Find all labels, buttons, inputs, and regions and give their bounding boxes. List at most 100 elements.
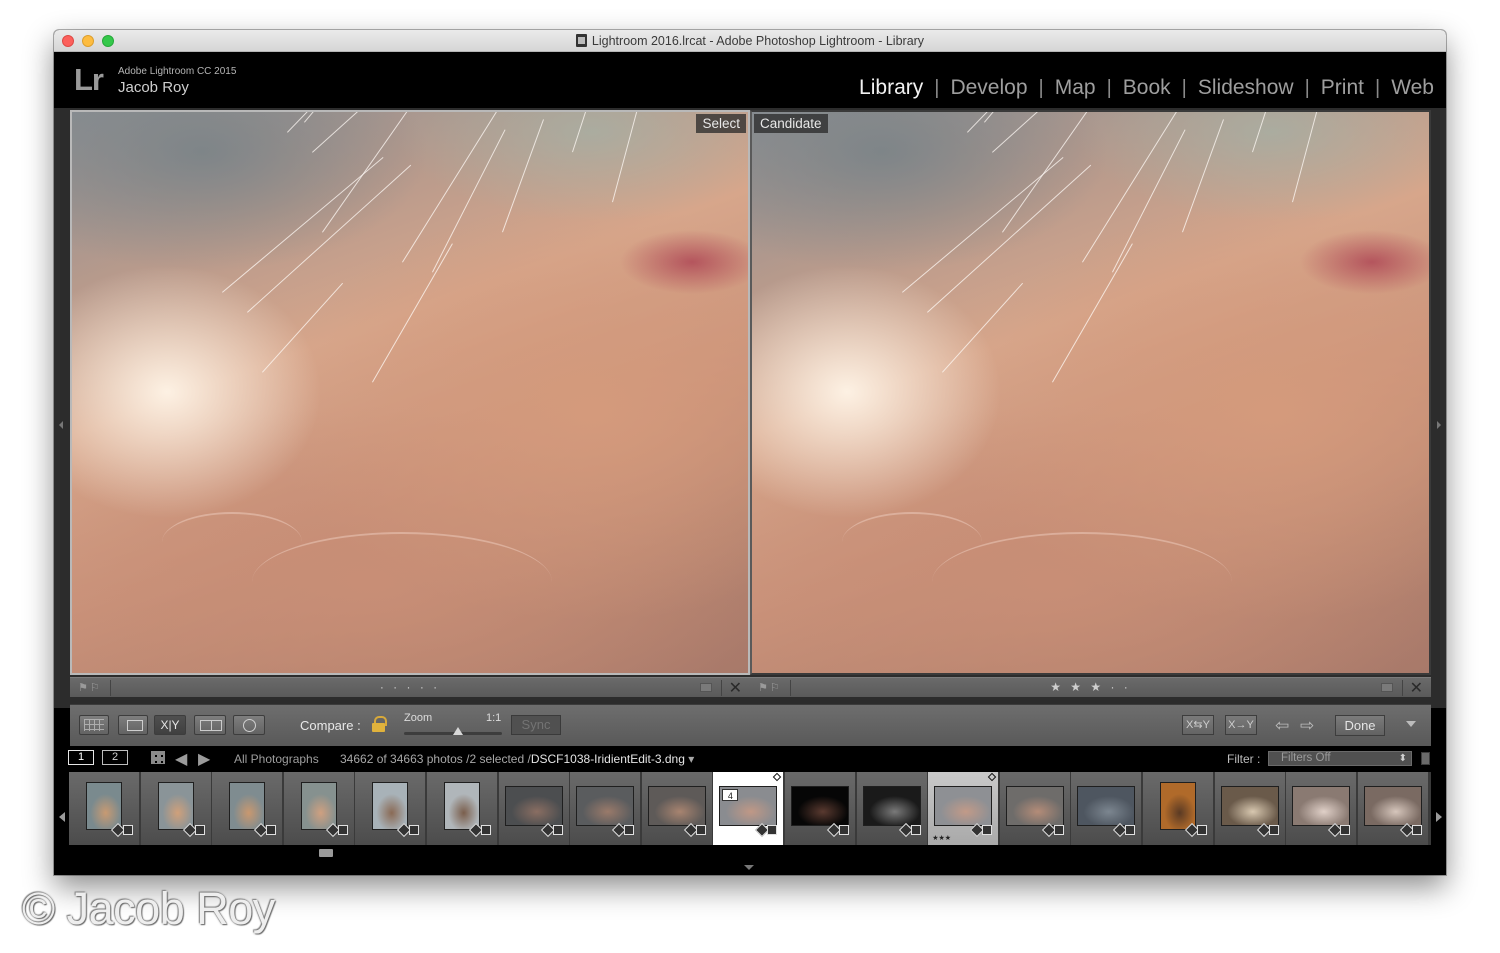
- right-panel-toggle-icon[interactable]: [1435, 418, 1441, 432]
- thumbnail-badge-icon[interactable]: [1402, 825, 1422, 835]
- grid-view-button[interactable]: [79, 715, 109, 735]
- photo-count[interactable]: 34662 of 34663 photos /2 selected /DSCF1…: [340, 752, 694, 766]
- thumbnail-badge-icon[interactable]: [1115, 825, 1136, 835]
- filmstrip-thumbnail[interactable]: [999, 772, 1071, 845]
- swap-button[interactable]: X⇆Y: [1182, 715, 1214, 735]
- thumbnail-badge-icon[interactable]: [757, 825, 778, 835]
- filmstrip-thumbnail[interactable]: [1071, 772, 1143, 845]
- thumbnail-badge-icon[interactable]: [471, 825, 491, 835]
- filmstrip-right-arrow-icon[interactable]: [1436, 812, 1442, 822]
- filmstrip-thumbnail[interactable]: [1214, 772, 1286, 845]
- bottom-panel-toggle-icon[interactable]: [744, 865, 754, 870]
- chevron-down-icon[interactable]: ▾: [685, 752, 694, 766]
- filter-select[interactable]: Filters Off: [1268, 751, 1412, 766]
- candidate-photo[interactable]: Candidate: [750, 110, 1431, 675]
- candidate-panel[interactable]: Candidate ⚑⚐ ★ ★ ★ · · ✕: [750, 110, 1431, 702]
- source-label[interactable]: All Photographs: [234, 752, 319, 766]
- close-candidate-icon[interactable]: ✕: [1410, 678, 1423, 698]
- thumbnail-badge-icon[interactable]: [399, 825, 420, 835]
- zoom-slider-thumb[interactable]: [452, 727, 463, 735]
- next-photo-icon[interactable]: ⇨: [1300, 716, 1314, 736]
- filmstrip-thumbnail[interactable]: [140, 772, 212, 845]
- close-select-icon[interactable]: ✕: [729, 678, 742, 698]
- sync-button[interactable]: Sync: [511, 715, 561, 735]
- product-name: Adobe Lightroom CC 2015: [118, 66, 237, 77]
- module-map[interactable]: Map: [1055, 76, 1096, 100]
- thumbnail-image: [647, 786, 706, 826]
- filmstrip[interactable]: 4 ★★★: [69, 772, 1431, 845]
- thumbnail-badge-icon[interactable]: [328, 825, 348, 835]
- title-bar[interactable]: Lightroom 2016.lrcat - Adobe Photoshop L…: [54, 30, 1446, 52]
- loupe-view-button[interactable]: [118, 715, 148, 735]
- photo-count-text: 34662 of 34663 photos /2 selected /: [340, 752, 531, 766]
- select-rating-stars[interactable]: · · · · ·: [70, 680, 750, 694]
- filmstrip-thumbnail[interactable]: [1357, 772, 1429, 845]
- filmstrip-thumbnail[interactable]: [1286, 772, 1358, 845]
- survey-view-button[interactable]: [194, 715, 226, 735]
- module-web[interactable]: Web: [1391, 76, 1434, 100]
- module-separator: |: [1038, 76, 1044, 99]
- thumbnail-badge-icon[interactable]: [686, 825, 706, 835]
- left-panel-toggle-icon[interactable]: [59, 418, 65, 432]
- module-print[interactable]: Print: [1321, 76, 1364, 100]
- secondary-window-button[interactable]: 2: [102, 750, 128, 765]
- filmstrip-thumbnail[interactable]: [856, 772, 928, 845]
- grid-icon[interactable]: [151, 751, 165, 764]
- thumbnail-badge-icon[interactable]: [829, 825, 849, 835]
- color-label-chip[interactable]: [1381, 683, 1393, 692]
- filmstrip-thumbnail[interactable]: [498, 772, 570, 845]
- make-select-button[interactable]: X→Y: [1225, 715, 1257, 735]
- compare-view-button[interactable]: X|Y: [154, 715, 186, 735]
- filmstrip-left-arrow-icon[interactable]: [59, 812, 65, 822]
- filmstrip-scrollbar[interactable]: [319, 849, 333, 857]
- toolbar-options-chevron-icon[interactable]: [1406, 721, 1416, 727]
- main-window-button[interactable]: 1: [68, 750, 94, 765]
- zoom-slider[interactable]: [404, 727, 502, 735]
- filmstrip-thumbnail[interactable]: [355, 772, 427, 845]
- people-view-button[interactable]: [233, 715, 265, 735]
- thumbnail-badge-icon[interactable]: [543, 825, 563, 835]
- thumbnail-image: [1077, 786, 1136, 826]
- forward-arrow-icon[interactable]: ▶: [198, 749, 210, 769]
- thumbnail-badge-icon[interactable]: [1044, 825, 1064, 835]
- select-panel[interactable]: Select ⚑⚐ · · · · · ✕: [70, 110, 750, 702]
- thumbnail-image: [1220, 786, 1279, 826]
- done-button[interactable]: Done: [1335, 715, 1385, 736]
- module-develop[interactable]: Develop: [950, 76, 1027, 100]
- filmstrip-thumbnail[interactable]: [1143, 772, 1214, 845]
- thumbnail-badge-icon[interactable]: [972, 825, 993, 835]
- thumbnail-badge-icon[interactable]: [1259, 825, 1279, 835]
- grid-icon: [84, 719, 104, 731]
- back-arrow-icon[interactable]: ◀: [175, 749, 187, 769]
- window-title: Lightroom 2016.lrcat - Adobe Photoshop L…: [54, 34, 1446, 48]
- filmstrip-thumbnail[interactable]: [283, 772, 355, 845]
- filmstrip-thumbnail[interactable]: 4: [713, 772, 785, 845]
- module-book[interactable]: Book: [1123, 76, 1171, 100]
- filmstrip-thumbnail[interactable]: [212, 772, 284, 845]
- module-library[interactable]: Library: [859, 76, 923, 100]
- select-photo[interactable]: Select: [70, 110, 750, 675]
- filter-label: Filter :: [1227, 752, 1261, 766]
- thumbnail-badge-icon[interactable]: [901, 825, 921, 835]
- thumbnail-badge-icon[interactable]: [113, 825, 133, 835]
- module-separator: |: [1106, 76, 1112, 99]
- filmstrip-thumbnail[interactable]: [427, 772, 498, 845]
- filmstrip-thumbnail[interactable]: [641, 772, 713, 845]
- filmstrip-thumbnail[interactable]: [785, 772, 856, 845]
- color-label-chip[interactable]: [700, 683, 712, 692]
- selection-corner-icon: [987, 772, 997, 782]
- candidate-rating-stars[interactable]: ★ ★ ★ · ·: [750, 680, 1431, 694]
- filmstrip-thumbnail[interactable]: ★★★: [928, 772, 1000, 845]
- divider: [721, 680, 722, 696]
- thumbnail-badge-icon[interactable]: [614, 825, 635, 835]
- previous-photo-icon[interactable]: ⇦: [1275, 716, 1289, 736]
- filter-lock-icon[interactable]: [1421, 752, 1430, 765]
- module-slideshow[interactable]: Slideshow: [1198, 76, 1294, 100]
- thumbnail-badge-icon[interactable]: [256, 825, 277, 835]
- filmstrip-thumbnail[interactable]: [69, 772, 140, 845]
- thumbnail-badge-icon[interactable]: [1330, 825, 1351, 835]
- thumbnail-badge-icon[interactable]: [1187, 825, 1207, 835]
- zoom-lock-icon[interactable]: [372, 716, 387, 732]
- thumbnail-badge-icon[interactable]: [185, 825, 205, 835]
- filmstrip-thumbnail[interactable]: [570, 772, 642, 845]
